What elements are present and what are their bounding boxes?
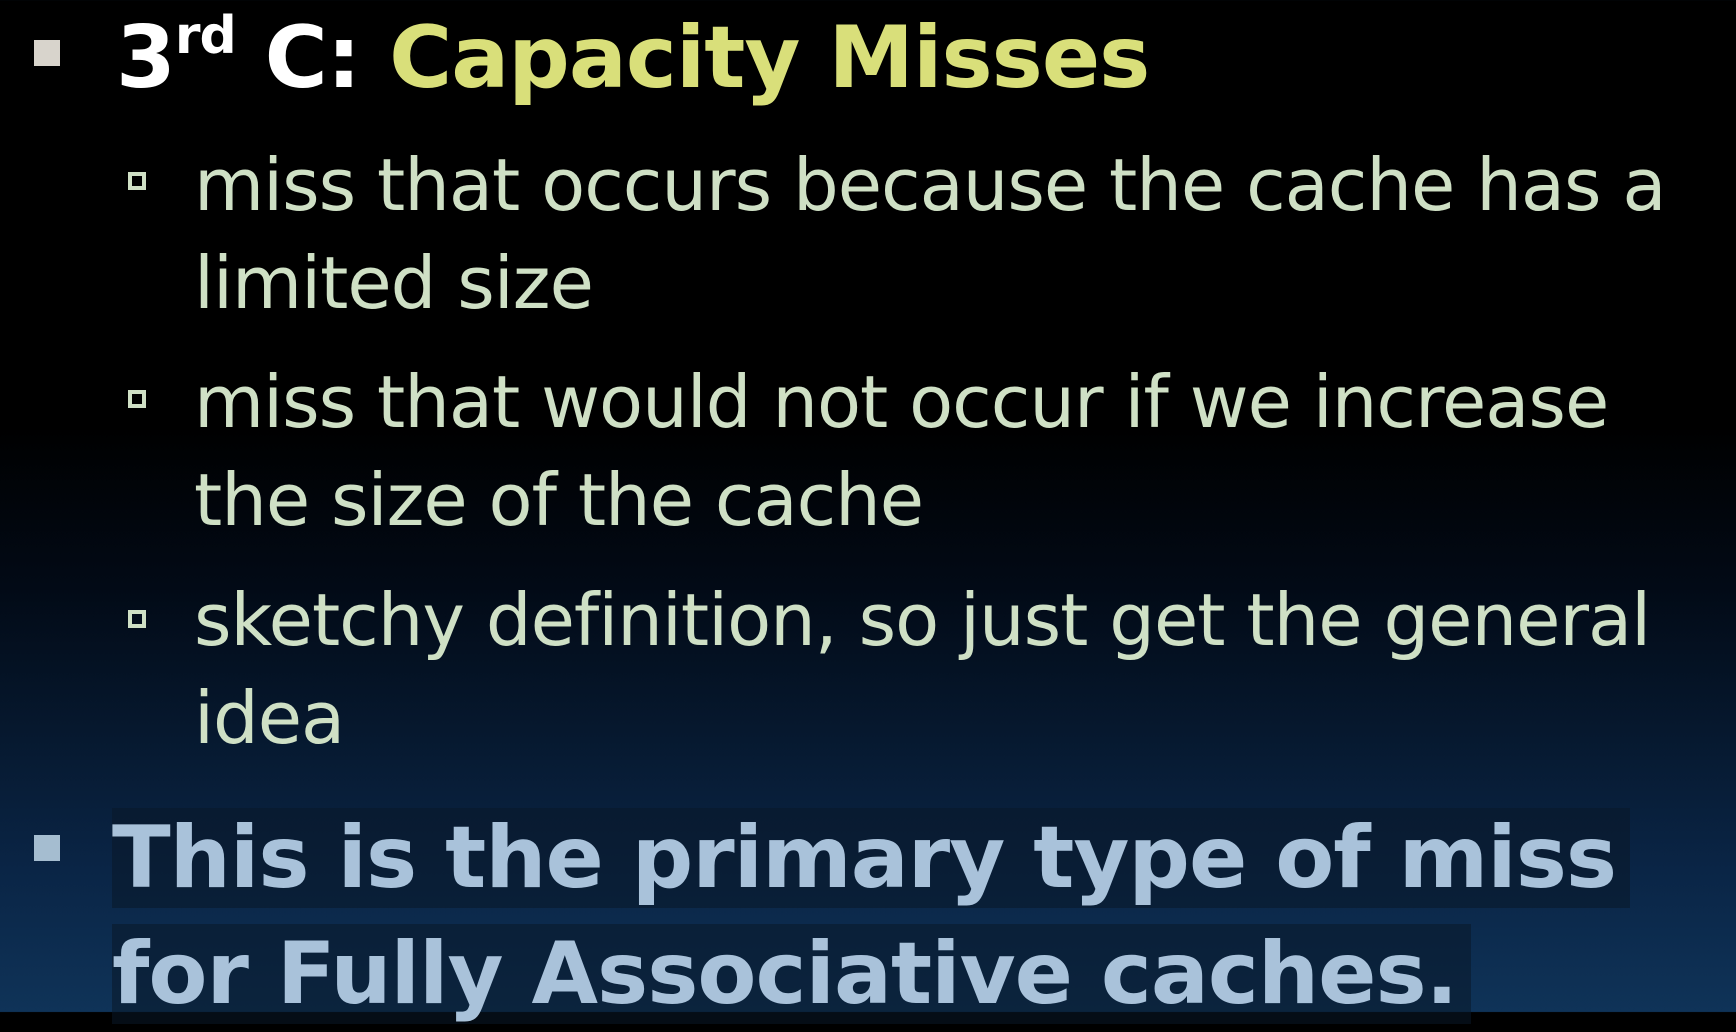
sub-bullet-text: miss that occurs because the cache has a… [194,143,1666,325]
sub-bullet-text: sketchy definition, so just get the gene… [194,578,1651,760]
bullet-square-icon [34,40,60,66]
bottom-bullet: This is the primary type of miss for Ful… [112,800,1702,1032]
heading-number: 3 [116,8,176,108]
heading-highlight: Capacity Misses [389,8,1150,108]
slide-heading: 3rd C: Capacity Misses [116,4,1150,124]
sub-bullet-square-icon [128,390,146,408]
heading-superscript: rd [174,6,237,66]
heading-prefix: C: [235,8,390,108]
slide: 3rd C: Capacity Misses miss that occurs … [0,0,1736,1024]
sub-bullet-square-icon [128,610,146,628]
sub-bullet-square-icon [128,172,146,190]
sub-bullet-text: miss that would not occur if we increase… [194,360,1609,542]
bottom-bullet-text: This is the primary type of miss for Ful… [112,808,1631,1024]
bullet-square-icon [34,835,60,861]
